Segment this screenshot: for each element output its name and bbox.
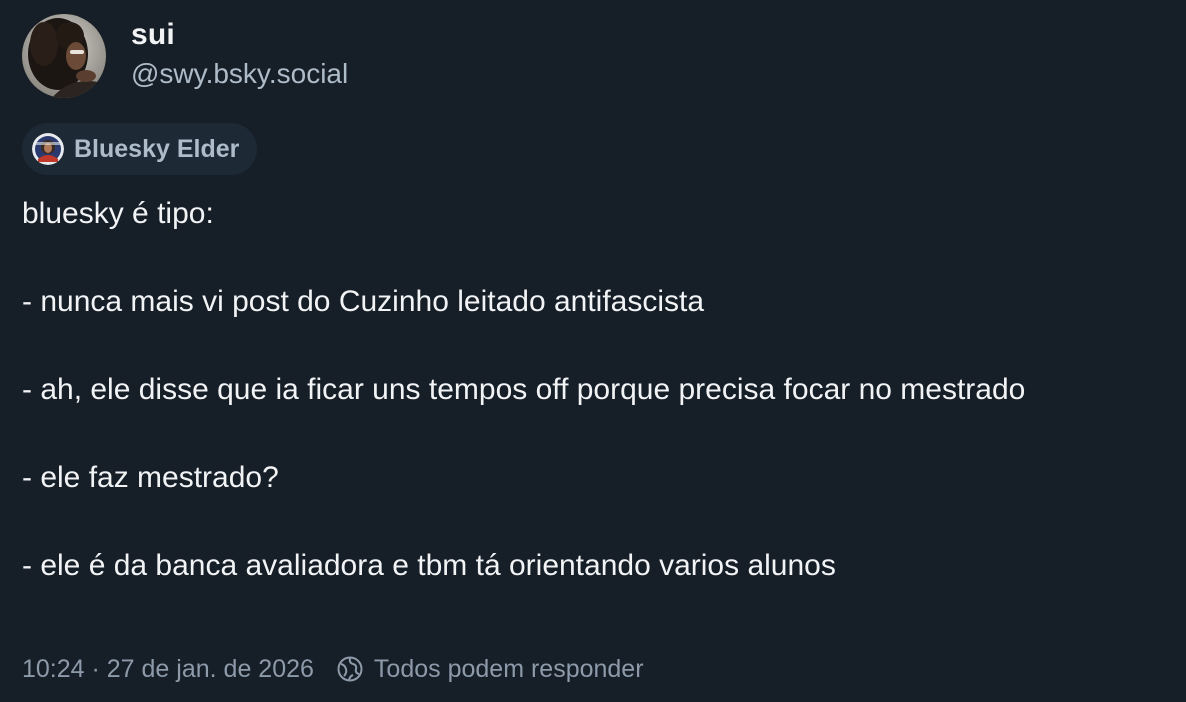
post-line: - ele é da banca avaliadora e tbm tá ori… (22, 549, 836, 582)
post-text: bluesky é tipo: - nunca mais vi post do … (22, 192, 1162, 588)
user-avatar[interactable] (22, 14, 106, 98)
post-line (22, 412, 1162, 456)
globe-icon (336, 655, 364, 683)
post-line (22, 236, 1162, 280)
bluesky-elder-badge[interactable]: Bluesky Elder (22, 123, 258, 175)
author-display-name[interactable]: sui (131, 15, 348, 55)
author-names: sui @swy.bsky.social (131, 15, 348, 93)
bluesky-elder-badge-icon (32, 133, 64, 165)
post-timestamp[interactable]: 10:24 · 27 de jan. de 2026 (22, 652, 314, 686)
post-footer: 10:24 · 27 de jan. de 2026 Todos podem r… (22, 652, 644, 686)
author-handle[interactable]: @swy.bsky.social (131, 55, 348, 93)
post-line: - ele faz mestrado? (22, 461, 279, 494)
reply-setting-label[interactable]: Todos podem responder (374, 652, 644, 686)
post-line (22, 500, 1162, 544)
post-line: - nunca mais vi post do Cuzinho leitado … (22, 285, 705, 318)
post-line (22, 324, 1162, 368)
post-line: - ah, ele disse que ia ficar uns tempos … (22, 373, 1026, 406)
post-line: bluesky é tipo: (22, 197, 214, 230)
avatar-image (22, 14, 106, 98)
badge-label: Bluesky Elder (74, 134, 240, 163)
post-header: sui @swy.bsky.social (22, 14, 348, 98)
